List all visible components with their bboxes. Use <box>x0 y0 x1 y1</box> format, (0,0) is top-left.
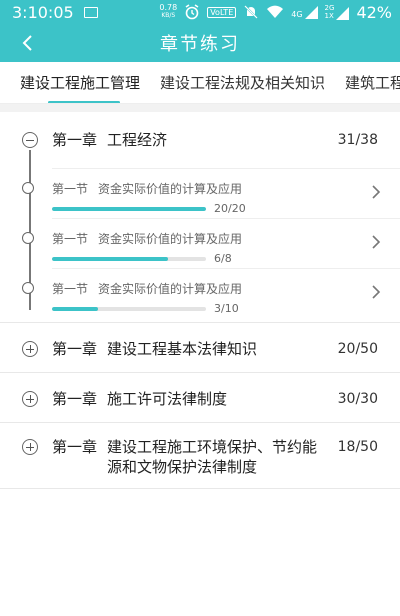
plus-circle-icon[interactable] <box>22 439 38 455</box>
chevron-left-icon <box>22 35 32 51</box>
net-speed-value: 0.78 <box>159 3 178 12</box>
chevron-right-icon[interactable] <box>366 183 386 203</box>
header: 3:10:05 0.78 KB/S VoLTE 4G 2G 1X 42% 章节练… <box>0 0 400 62</box>
tab-bar: 建设工程施工管理 建设工程法规及相关知识 建筑工程管 <box>0 62 400 104</box>
tab-construction-law[interactable]: 建设工程法规及相关知识 <box>150 62 335 103</box>
progress-bar <box>52 307 206 311</box>
tab-building-engineering[interactable]: 建筑工程管 <box>335 62 400 103</box>
section-title: 第一节 资金实际价值的计算及应用 <box>52 232 243 246</box>
net-speed-unit: KB/S <box>161 12 176 19</box>
chapter-count: 18/50 <box>337 439 378 455</box>
chapter-header[interactable]: 第一章 施工许可法律制度 30/30 <box>0 389 400 409</box>
chapter-count: 31/38 <box>337 132 378 148</box>
minus-circle-icon[interactable] <box>22 132 38 148</box>
signal-icon <box>304 5 318 19</box>
section-count: 3/10 <box>214 302 239 315</box>
section-item[interactable]: 第一节 资金实际价值的计算及应用 20/20 <box>22 168 400 218</box>
chapter-title: 第一章 建设工程施工环境保护、节约能源和文物保护法律制度 <box>52 438 318 476</box>
section-title: 第一节 资金实际价值的计算及应用 <box>52 282 243 296</box>
chapter-header[interactable]: 第一章 工程经济 31/38 <box>0 130 400 168</box>
signal-4g: 4G <box>291 5 318 19</box>
chapter-item[interactable]: 第一章 施工许可法律制度 30/30 <box>0 373 400 423</box>
signal-icon-2 <box>336 7 350 20</box>
divider <box>0 104 400 112</box>
alarm-icon <box>185 4 199 20</box>
chapter-title: 第一章 工程经济 <box>52 131 168 149</box>
image-notification-icon <box>83 6 98 18</box>
net-speed: 0.78 KB/S <box>159 4 177 20</box>
signal-2g: 2G 1X <box>325 4 350 20</box>
timeline-dot <box>22 182 34 194</box>
plus-circle-icon[interactable] <box>22 391 38 407</box>
section-count: 6/8 <box>214 252 232 265</box>
chapter-item[interactable]: 第一章 建设工程施工环境保护、节约能源和文物保护法律制度 18/50 <box>0 423 400 489</box>
chapter-count: 30/30 <box>337 391 378 407</box>
tab-construction-management[interactable]: 建设工程施工管理 <box>0 62 150 103</box>
battery-percent: 42% <box>356 2 392 22</box>
chapter-header[interactable]: 第一章 建设工程施工环境保护、节约能源和文物保护法律制度 18/50 <box>0 437 400 477</box>
chapter-title: 第一章 施工许可法律制度 <box>52 390 228 408</box>
progress-fill <box>52 257 168 261</box>
progress-bar <box>52 257 206 261</box>
section-count: 20/20 <box>214 202 246 215</box>
chapter-item[interactable]: 第一章 建设工程基本法律知识 20/50 <box>0 323 400 373</box>
progress-bar <box>52 207 206 211</box>
wifi-icon <box>267 5 284 18</box>
app-bar: 章节练习 <box>0 24 400 62</box>
timeline-dot <box>22 232 34 244</box>
status-icons: 0.78 KB/S VoLTE 4G 2G 1X 42% <box>159 3 392 22</box>
volte-badge: VoLTE <box>207 6 237 18</box>
section-item[interactable]: 第一节 资金实际价值的计算及应用 3/10 <box>22 268 400 318</box>
progress-fill <box>52 307 99 311</box>
section-title: 第一节 资金实际价值的计算及应用 <box>52 182 243 196</box>
chevron-right-icon[interactable] <box>366 283 386 303</box>
chapter-title: 第一章 建设工程基本法律知识 <box>52 340 258 358</box>
chevron-right-icon[interactable] <box>366 233 386 253</box>
page-title: 章节练习 <box>160 34 240 55</box>
chapter-header[interactable]: 第一章 建设工程基本法律知识 20/50 <box>0 339 400 359</box>
chapter-count: 20/50 <box>337 341 378 357</box>
status-bar: 3:10:05 0.78 KB/S VoLTE 4G 2G 1X 42% <box>0 0 400 24</box>
plus-circle-icon[interactable] <box>22 341 38 357</box>
bell-muted-icon <box>244 5 258 19</box>
progress-fill <box>52 207 206 211</box>
status-time: 3:10:05 <box>12 2 74 22</box>
timeline-dot <box>22 282 34 294</box>
chapter-item: 第一章 工程经济 31/38 第一节 资金实际价值的计算及应用 20/20 第一节… <box>0 112 400 323</box>
back-button[interactable] <box>14 30 40 56</box>
section-item[interactable]: 第一节 资金实际价值的计算及应用 6/8 <box>22 218 400 268</box>
